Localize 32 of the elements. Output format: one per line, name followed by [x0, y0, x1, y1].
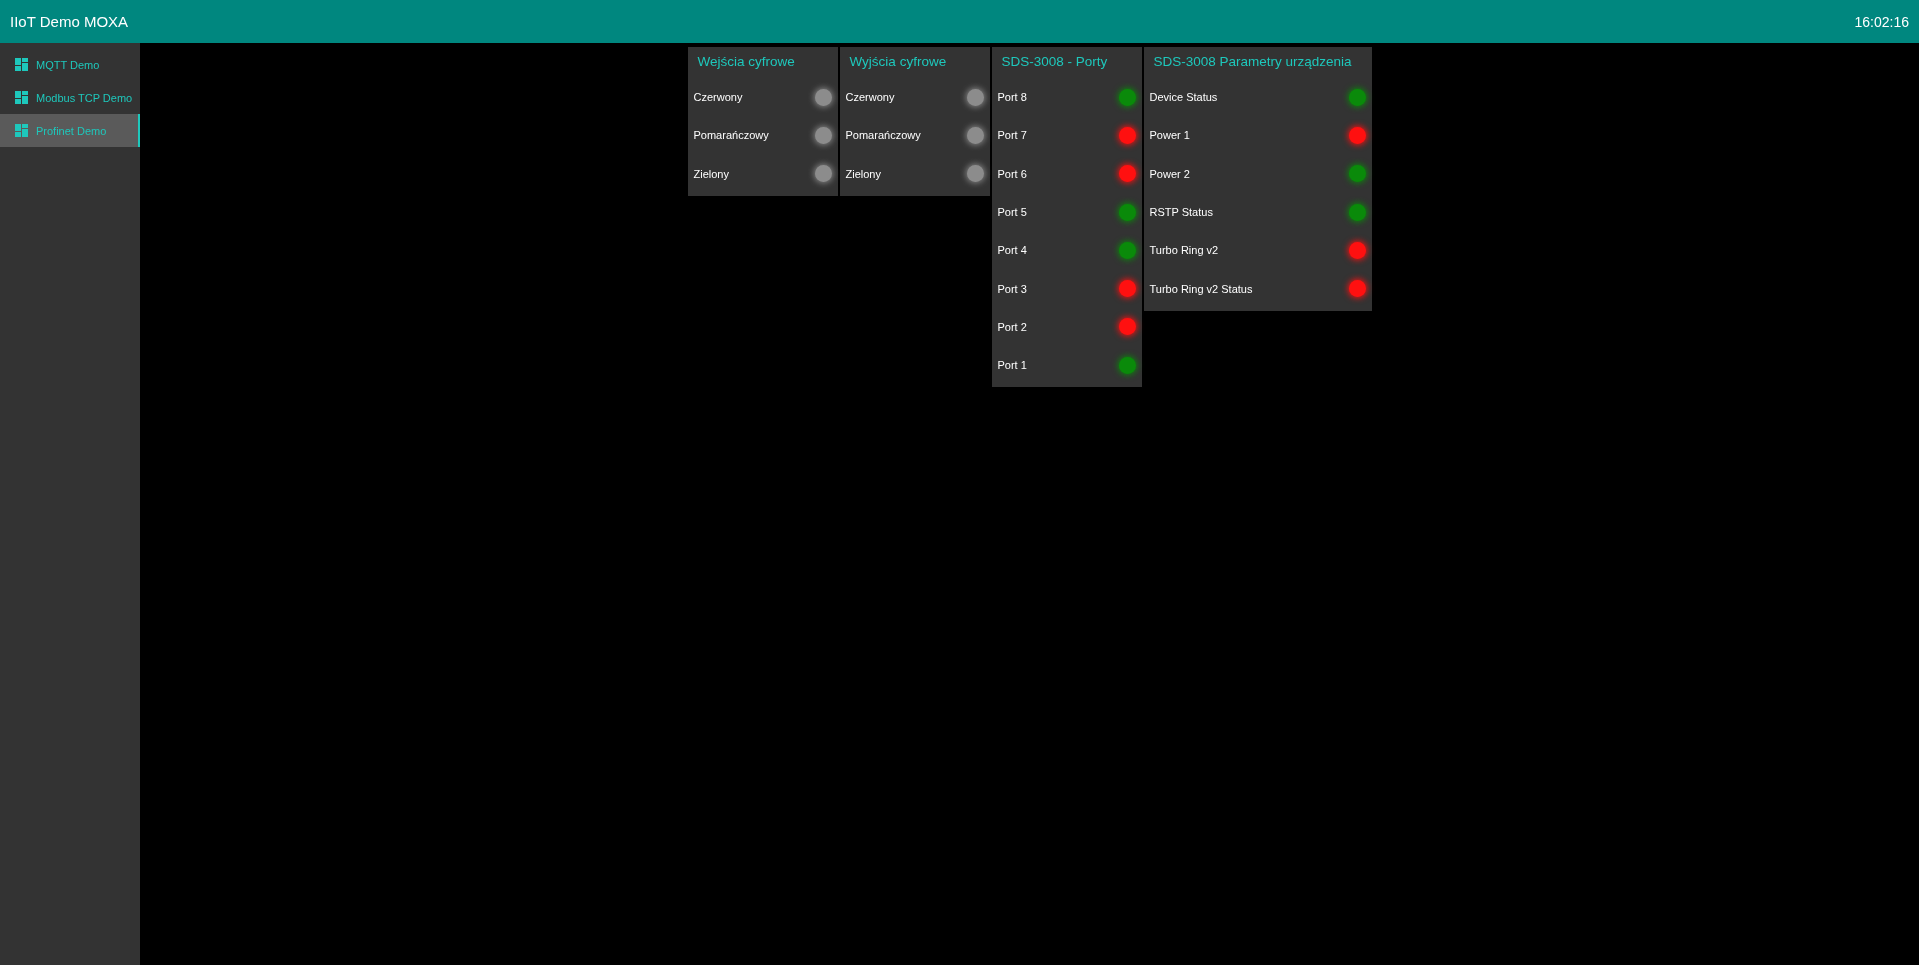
status-label: Port 7 [997, 129, 1027, 142]
status-label: Turbo Ring v2 Status [1149, 282, 1253, 295]
panel-title: SDS-3008 - Porty [1000, 53, 1109, 71]
dashboard-icon [15, 58, 28, 71]
status-label: Port 2 [997, 320, 1027, 333]
sidebar-item[interactable]: MQTT Demo [0, 48, 140, 81]
panel-title: Wejścia cyfrowe [696, 53, 796, 71]
status-label: Port 1 [997, 359, 1027, 372]
status-label: Port 5 [997, 206, 1027, 219]
status-label: Zielony [693, 167, 729, 180]
dashboard-icon [15, 91, 28, 104]
status-label: Power 1 [1149, 129, 1190, 142]
sidebar-item[interactable]: Profinet Demo [0, 114, 140, 147]
status-label: Port 3 [997, 282, 1027, 295]
status-label: Czerwony [845, 91, 895, 104]
sidebar-item[interactable]: Modbus TCP Demo [0, 81, 140, 114]
status-label: Czerwony [693, 91, 743, 104]
status-label: Power 2 [1149, 167, 1190, 180]
status-label: RSTP Status [1149, 206, 1213, 219]
status-label: Zielony [845, 167, 881, 180]
status-label: Pomarańczowy [845, 129, 921, 142]
clock-time: 16:02:16 [1854, 13, 1909, 30]
status-label: Port 8 [997, 91, 1027, 104]
status-label: Pomarańczowy [693, 129, 769, 142]
status-label: Turbo Ring v2 [1149, 244, 1219, 257]
status-label: Device Status [1149, 91, 1218, 104]
dashboard-icon [15, 124, 28, 137]
panel-title: Wyjścia cyfrowe [848, 53, 948, 71]
status-label: Port 4 [997, 244, 1027, 257]
status-label: Port 6 [997, 167, 1027, 180]
panel-title: SDS-3008 Parametry urządzenia [1152, 53, 1353, 71]
app-title: IIoT Demo MOXA [10, 13, 129, 30]
